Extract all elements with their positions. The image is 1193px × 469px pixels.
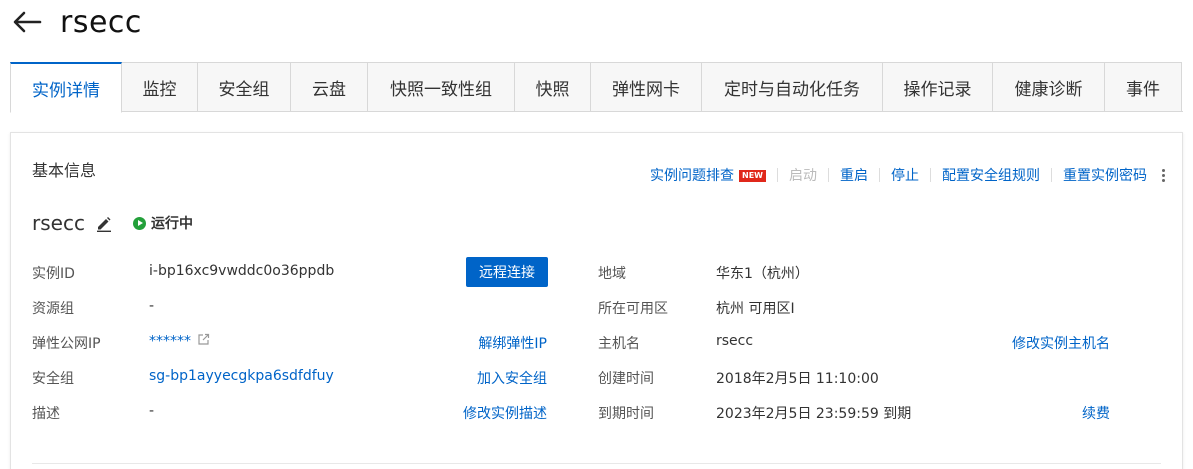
page-title: rsecc bbox=[60, 4, 142, 40]
eip-value: ****** bbox=[149, 333, 191, 350]
info-row: 安全组 sg-bp1ayyecgkpa6sdfdfuy 加入安全组 创建时间 2… bbox=[11, 366, 1182, 390]
edit-icon[interactable] bbox=[95, 214, 113, 232]
zone-value: 杭州 可用区I bbox=[716, 301, 795, 317]
arrow-left-icon[interactable] bbox=[12, 11, 42, 33]
info-row: 弹性公网IP ****** 解绑弹性IP 主机名 rsecc 修改实例主机名 bbox=[11, 331, 1182, 355]
reset-password-link[interactable]: 重置实例密码 bbox=[1063, 165, 1147, 185]
tab-instance-details[interactable]: 实例详情 bbox=[10, 62, 122, 113]
expire-value: 2023年2月5日 23:59:59 到期 bbox=[716, 406, 912, 422]
tab-cloud-disks[interactable]: 云盘 bbox=[291, 62, 368, 112]
divider bbox=[930, 168, 931, 182]
join-security-group-link[interactable]: 加入安全组 bbox=[477, 368, 547, 388]
troubleshoot-link[interactable]: 实例问题排查 NEW bbox=[650, 165, 766, 185]
action-bar: 实例问题排查 NEW 启动 重启 停止 配置安全组规则 重置实例密码 bbox=[650, 165, 1168, 185]
remote-connect-button[interactable]: 远程连接 bbox=[466, 257, 548, 287]
security-group-link[interactable]: sg-bp1ayyecgkpa6sdfdfuy bbox=[149, 368, 334, 384]
resource-group-value: - bbox=[149, 298, 155, 314]
region-value: 华东1（杭州） bbox=[716, 266, 809, 282]
tab-security-groups[interactable]: 安全组 bbox=[198, 62, 291, 112]
more-vertical-icon[interactable] bbox=[1159, 167, 1168, 184]
hostname-label: 主机名 bbox=[598, 336, 640, 352]
divider bbox=[879, 168, 880, 182]
modify-description-link[interactable]: 修改实例描述 bbox=[463, 403, 547, 423]
start-button[interactable]: 启动 bbox=[789, 165, 817, 185]
troubleshoot-label: 实例问题排查 bbox=[650, 168, 735, 184]
tab-monitoring[interactable]: 监控 bbox=[122, 62, 198, 112]
tab-operation-logs[interactable]: 操作记录 bbox=[883, 62, 993, 112]
instance-id-label: 实例ID bbox=[32, 266, 75, 282]
description-label: 描述 bbox=[32, 406, 60, 422]
zone-label: 所在可用区 bbox=[598, 301, 668, 317]
expire-label: 到期时间 bbox=[598, 406, 654, 422]
instance-id-value: i-bp16xc9vwddc0o36ppdb bbox=[149, 263, 335, 279]
tab-bar: 实例详情 监控 安全组 云盘 快照一致性组 快照 弹性网卡 定时与自动化任务 操… bbox=[10, 62, 1183, 113]
modify-hostname-link[interactable]: 修改实例主机名 bbox=[1012, 333, 1110, 353]
divider bbox=[32, 463, 1161, 464]
page-header: rsecc bbox=[12, 0, 142, 44]
created-value: 2018年2月5日 11:10:00 bbox=[716, 371, 879, 387]
divider bbox=[777, 168, 778, 182]
status-badge: 运行中 bbox=[132, 213, 193, 233]
tab-enis[interactable]: 弹性网卡 bbox=[591, 62, 702, 112]
hostname-value: rsecc bbox=[716, 333, 754, 349]
eip-label: 弹性公网IP bbox=[32, 336, 101, 352]
tab-snapshots[interactable]: 快照 bbox=[515, 62, 591, 112]
basic-info-panel: 基本信息 实例问题排查 NEW 启动 重启 停止 配置安全组规则 重置实例密码 r… bbox=[10, 132, 1183, 469]
new-badge: NEW bbox=[739, 170, 766, 182]
external-link-icon[interactable] bbox=[197, 333, 210, 350]
unbind-eip-link[interactable]: 解绑弹性IP bbox=[478, 333, 547, 353]
tab-events[interactable]: 事件 bbox=[1105, 62, 1182, 112]
play-icon bbox=[132, 216, 146, 230]
description-value: - bbox=[149, 403, 155, 419]
info-row: 描述 - 修改实例描述 到期时间 2023年2月5日 23:59:59 到期 续… bbox=[11, 401, 1182, 425]
info-row: 实例ID i-bp16xc9vwddc0o36ppdb 远程连接 地域 华东1（… bbox=[11, 257, 1182, 287]
divider bbox=[1051, 168, 1052, 182]
section-title: 基本信息 bbox=[32, 161, 97, 180]
tab-scheduled-tasks[interactable]: 定时与自动化任务 bbox=[702, 62, 883, 112]
instance-heading: rsecc 运行中 bbox=[32, 211, 193, 235]
tab-snapshot-consistency-groups[interactable]: 快照一致性组 bbox=[368, 62, 515, 112]
security-group-label: 安全组 bbox=[32, 371, 74, 387]
restart-button[interactable]: 重启 bbox=[840, 165, 868, 185]
eip-link[interactable]: ****** bbox=[149, 333, 210, 350]
tab-health-diagnosis[interactable]: 健康诊断 bbox=[993, 62, 1105, 112]
stop-button[interactable]: 停止 bbox=[891, 165, 919, 185]
created-label: 创建时间 bbox=[598, 371, 654, 387]
status-text: 运行中 bbox=[150, 216, 193, 232]
info-row: 资源组 - 所在可用区 杭州 可用区I bbox=[11, 296, 1182, 320]
resource-group-label: 资源组 bbox=[32, 301, 74, 317]
instance-name: rsecc bbox=[32, 211, 85, 235]
config-security-group-rules-link[interactable]: 配置安全组规则 bbox=[942, 165, 1040, 185]
region-label: 地域 bbox=[598, 266, 626, 282]
renew-link[interactable]: 续费 bbox=[1082, 403, 1110, 423]
divider bbox=[828, 168, 829, 182]
